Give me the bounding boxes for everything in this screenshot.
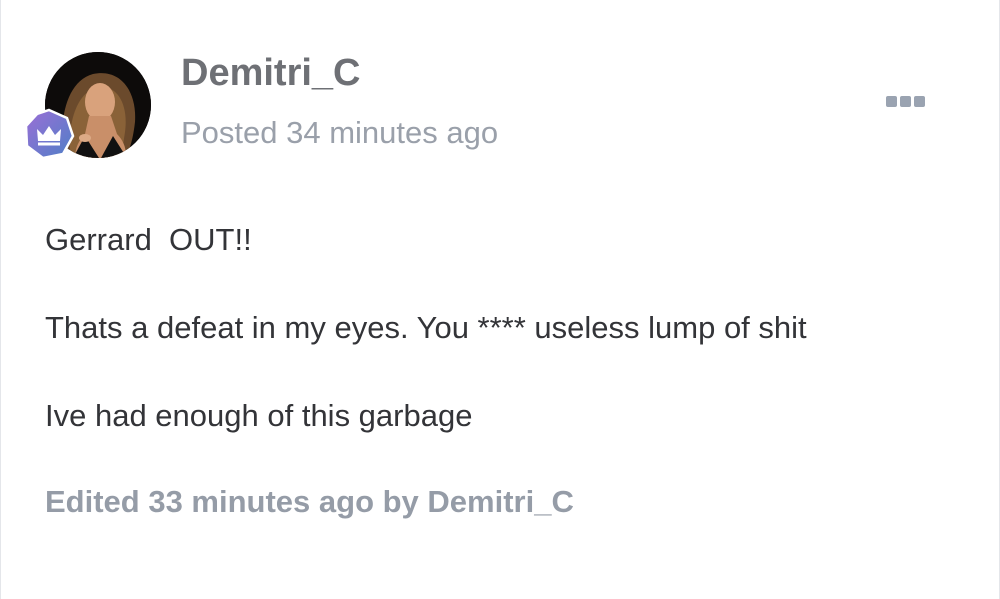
post-paragraph: Ive had enough of this garbage [45, 398, 473, 433]
author-name[interactable]: Demitri_C [181, 50, 361, 96]
post-timestamp: Posted 34 minutes ago [181, 115, 499, 150]
post-content: Gerrard OUT!! Thats a defeat in my eyes.… [45, 220, 945, 436]
post-paragraph: Thats a defeat in my eyes. You **** usel… [45, 310, 807, 345]
more-dot [885, 95, 897, 107]
more-dot [899, 95, 911, 107]
author-avatar-container [24, 52, 151, 160]
edit-notice: Edited 33 minutes ago by Demitri_C [45, 484, 574, 519]
crown-badge-icon [23, 108, 75, 160]
more-dot [913, 95, 925, 107]
forum-post: Demitri_C Posted 34 minutes ago Gerrard … [0, 0, 1000, 599]
post-paragraph: Gerrard OUT!! [45, 222, 252, 257]
more-options-icon[interactable] [877, 86, 933, 116]
